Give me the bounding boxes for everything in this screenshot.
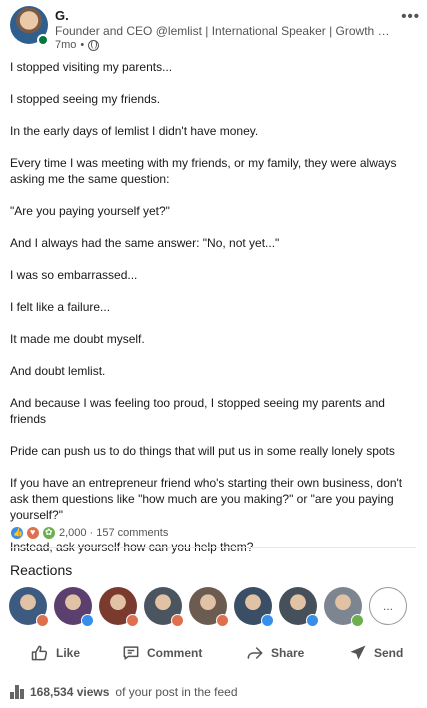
post-paragraph: I was so embarrassed...: [10, 268, 138, 282]
comment-icon: [123, 646, 139, 660]
count-separator: ·: [89, 527, 94, 539]
author-name[interactable]: G.: [55, 8, 69, 23]
reactor-avatar[interactable]: [144, 587, 184, 627]
reactor-avatar[interactable]: [234, 587, 274, 627]
globe-icon: [88, 39, 100, 51]
share-button[interactable]: Share: [245, 640, 304, 666]
views-count: 168,534 views: [30, 685, 110, 699]
reactor-avatar[interactable]: [54, 587, 94, 627]
meta-separator: •: [80, 39, 85, 51]
post-paragraph: If you have an entrepreneur friend who's…: [10, 476, 403, 522]
love-icon: [171, 614, 184, 627]
post-paragraph: "Are you paying yourself yet?": [10, 204, 170, 218]
online-status-icon: [37, 34, 49, 46]
views-suffix: of your post in the feed: [115, 685, 238, 699]
love-icon: [26, 526, 40, 540]
post-time: 7mo: [55, 39, 77, 51]
reactions-title: Reactions: [10, 562, 73, 578]
views-analytics[interactable]: 168,534 views of your post in the feed: [10, 683, 238, 701]
love-icon: [216, 614, 229, 627]
post-paragraph: Every time I was meeting with my friends…: [10, 156, 397, 186]
like-icon: [306, 614, 319, 627]
send-icon: [350, 645, 366, 660]
author-headline: Founder and CEO @lemlist | International…: [55, 24, 395, 38]
post-meta: 7mo •: [55, 39, 100, 51]
send-button[interactable]: Send: [348, 640, 403, 666]
post-header: G. Founder and CEO @lemlist | Internatio…: [10, 6, 420, 51]
like-label: Like: [56, 646, 81, 660]
comment-label: Comment: [147, 646, 203, 660]
analytics-bars-icon: [10, 685, 24, 699]
post-paragraph: I stopped seeing my friends.: [10, 92, 161, 106]
more-reactors-button[interactable]: ...: [369, 587, 407, 625]
reactor-avatar[interactable]: [324, 587, 364, 627]
post-body: I stopped visiting my parents... I stopp…: [10, 59, 420, 571]
comment-button[interactable]: Comment: [121, 640, 202, 666]
post-paragraph: I stopped visiting my parents...: [10, 60, 173, 74]
like-icon: [10, 526, 24, 540]
post-paragraph: It made me doubt myself.: [10, 332, 145, 346]
more-options-icon[interactable]: •••: [401, 8, 420, 25]
post-paragraph: And because I was feeling too proud, I s…: [10, 396, 385, 426]
love-icon: [126, 614, 139, 627]
thumbs-up-icon: [31, 645, 48, 661]
reactor-avatar[interactable]: [9, 587, 49, 627]
like-icon: [81, 614, 94, 627]
support-icon: [42, 526, 56, 540]
like-icon: [261, 614, 274, 627]
support-icon: [351, 614, 364, 627]
send-label: Send: [374, 646, 404, 660]
post-paragraph: Pride can push us to do things that will…: [10, 444, 395, 458]
comments-count[interactable]: 157 comments: [96, 527, 168, 539]
reactions-count[interactable]: 2,000: [59, 527, 87, 539]
like-button[interactable]: Like: [30, 640, 80, 666]
reactor-avatar[interactable]: [189, 587, 229, 627]
action-bar: Like Comment Share Send: [0, 640, 427, 666]
divider: [10, 547, 416, 548]
post-paragraph: And I always had the same answer: "No, n…: [10, 236, 280, 250]
post-paragraph: And doubt lemlist.: [10, 364, 106, 378]
post-paragraph: I felt like a failure...: [10, 300, 111, 314]
share-arrow-icon: [247, 647, 263, 659]
share-label: Share: [271, 646, 305, 660]
love-icon: [36, 614, 49, 627]
reactor-avatar[interactable]: [279, 587, 319, 627]
social-counts: 2,000 · 157 comments: [10, 525, 168, 541]
reactor-avatar[interactable]: [99, 587, 139, 627]
post-paragraph: In the early days of lemlist I didn't ha…: [10, 124, 259, 138]
